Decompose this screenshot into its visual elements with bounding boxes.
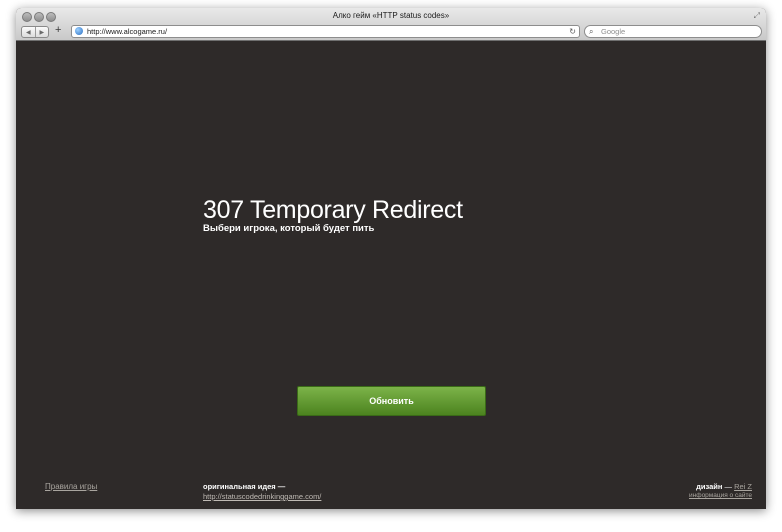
browser-window: Алко гейм «HTTP status codes» ⤢ ◀ ▶ + ht… bbox=[16, 8, 766, 509]
status-title: 307 Temporary Redirect bbox=[203, 196, 463, 224]
globe-icon bbox=[75, 27, 83, 35]
search-input[interactable]: ⌕ Google bbox=[584, 25, 762, 38]
original-idea-label: оригинальная идея — bbox=[203, 482, 286, 491]
address-bar[interactable]: http://www.alcogame.ru/ ↻ bbox=[71, 25, 580, 38]
nav-buttons: ◀ ▶ bbox=[21, 26, 49, 38]
browser-toolbar: Алко гейм «HTTP status codes» ⤢ ◀ ▶ + ht… bbox=[16, 8, 766, 41]
add-icon[interactable]: + bbox=[55, 25, 61, 36]
design-credit: дизайн — Rei Z bbox=[696, 482, 752, 491]
site-info-link[interactable]: информация о сайте bbox=[689, 492, 752, 499]
window-title: Алко гейм «HTTP status codes» bbox=[332, 11, 450, 20]
search-icon: ⌕ bbox=[589, 27, 594, 36]
design-label: дизайн bbox=[696, 482, 723, 491]
refresh-button[interactable]: Обновить bbox=[297, 386, 486, 416]
reload-icon[interactable]: ↻ bbox=[569, 26, 576, 37]
rules-link[interactable]: Правила игры bbox=[45, 482, 97, 491]
design-separator: — bbox=[722, 482, 735, 491]
resize-icon[interactable]: ⤢ bbox=[754, 11, 760, 21]
original-idea-link[interactable]: http://statuscodedrinkinggame.com/ bbox=[203, 492, 321, 501]
forward-icon[interactable]: ▶ bbox=[34, 27, 49, 37]
url-text[interactable]: http://www.alcogame.ru/ bbox=[87, 26, 167, 37]
back-icon[interactable]: ◀ bbox=[22, 27, 35, 37]
design-author-link[interactable]: Rei Z bbox=[734, 482, 752, 491]
subtitle: Выбери игрока, который будет пить bbox=[203, 223, 375, 234]
search-placeholder: Google bbox=[601, 27, 626, 36]
